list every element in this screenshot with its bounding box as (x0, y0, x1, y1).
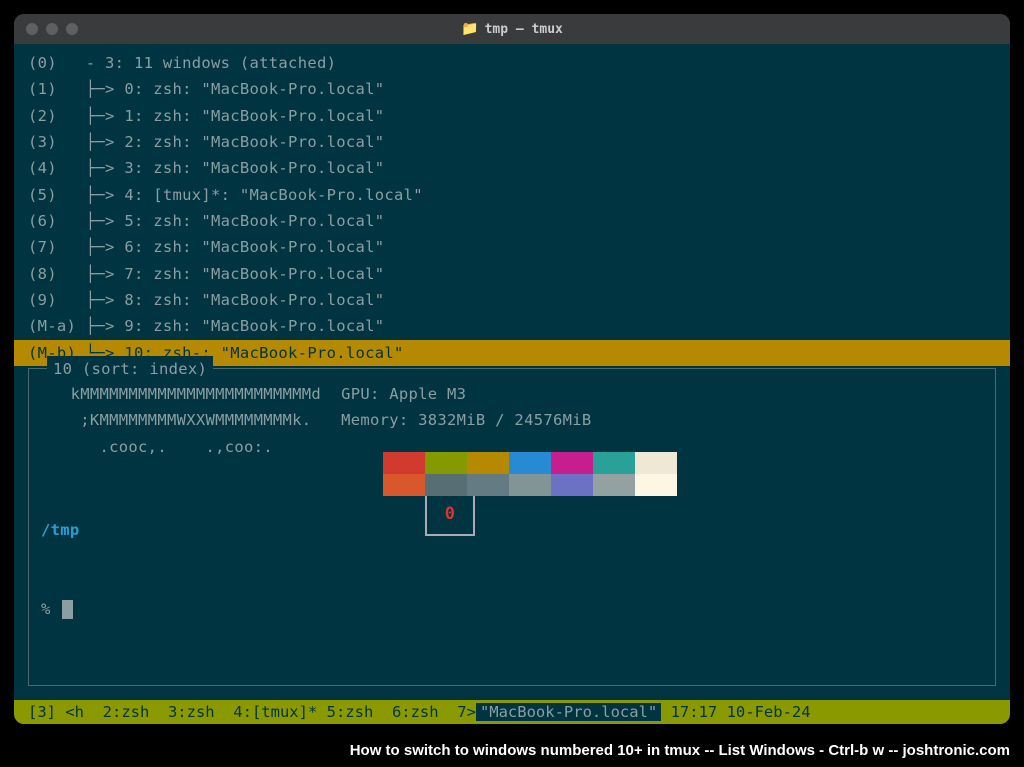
zoom-icon[interactable] (66, 23, 78, 35)
close-icon[interactable] (26, 23, 38, 35)
folder-icon: 📁 (461, 21, 478, 37)
tree-item[interactable]: (1) ├─> 0: zsh: "MacBook-Pro.local" (28, 76, 996, 102)
color-swatch (635, 474, 677, 496)
color-swatch (593, 474, 635, 496)
color-swatch (509, 452, 551, 474)
color-swatch (425, 474, 467, 496)
prompt-area[interactable]: /tmp % (41, 464, 118, 675)
cwd-path: /tmp (41, 517, 118, 543)
gpu-info: GPU: Apple M3 (341, 381, 677, 407)
terminal-body[interactable]: (0) - 3: 11 windows (attached) (1) ├─> 0… (14, 44, 1010, 686)
pane-number-indicator: 0 (425, 494, 475, 536)
color-swatch (593, 452, 635, 474)
color-swatch (509, 474, 551, 496)
minimize-icon[interactable] (46, 23, 58, 35)
prompt-line[interactable]: % (41, 596, 118, 622)
tree-item[interactable]: (7) ├─> 6: zsh: "MacBook-Pro.local" (28, 234, 996, 260)
memory-info: Memory: 3832MiB / 24576MiB (341, 407, 677, 433)
titlebar: 📁 tmp — tmux (14, 14, 1010, 44)
color-swatches (341, 452, 677, 496)
tree-item[interactable]: (5) ├─> 4: [tmux]*: "MacBook-Pro.local" (28, 182, 996, 208)
tree-item[interactable]: (3) ├─> 2: zsh: "MacBook-Pro.local" (28, 129, 996, 155)
tree-item[interactable]: (6) ├─> 5: zsh: "MacBook-Pro.local" (28, 208, 996, 234)
tmux-statusbar: [3] <h 2:zsh 3:zsh 4:[tmux]* 5:zsh 6:zsh… (14, 700, 1010, 724)
tree-item[interactable]: (8) ├─> 7: zsh: "MacBook-Pro.local" (28, 261, 996, 287)
preview-label: 10 (sort: index) (47, 356, 213, 382)
color-swatch (467, 474, 509, 496)
status-left: [3] <h 2:zsh 3:zsh 4:[tmux]* 5:zsh 6:zsh… (28, 703, 811, 721)
image-caption: How to switch to windows numbered 10+ in… (14, 742, 1010, 759)
color-swatch (467, 452, 509, 474)
cursor-icon (62, 600, 73, 619)
color-swatch (341, 452, 383, 474)
color-swatch (635, 452, 677, 474)
tree-item[interactable]: (4) ├─> 3: zsh: "MacBook-Pro.local" (28, 155, 996, 181)
color-swatch (383, 474, 425, 496)
color-swatch (425, 452, 467, 474)
tree-header[interactable]: (0) - 3: 11 windows (attached) (28, 50, 996, 76)
color-swatch (383, 452, 425, 474)
terminal-window: 📁 tmp — tmux (0) - 3: 11 windows (attach… (14, 14, 1010, 724)
window-title: 📁 tmp — tmux (461, 21, 563, 37)
preview-pane: 10 (sort: index) kMMMMMMMMMMMMMMMMMMMMMM… (28, 368, 996, 686)
color-swatch (551, 452, 593, 474)
color-swatch (551, 474, 593, 496)
tree-item[interactable]: (9) ├─> 8: zsh: "MacBook-Pro.local" (28, 287, 996, 313)
status-active-window: "MacBook-Pro.local" (476, 703, 661, 721)
tree-item[interactable]: (2) ├─> 1: zsh: "MacBook-Pro.local" (28, 103, 996, 129)
title-text: tmp — tmux (485, 22, 563, 37)
traffic-lights (26, 23, 78, 35)
tree-item[interactable]: (M-a) ├─> 9: zsh: "MacBook-Pro.local" (28, 313, 996, 339)
